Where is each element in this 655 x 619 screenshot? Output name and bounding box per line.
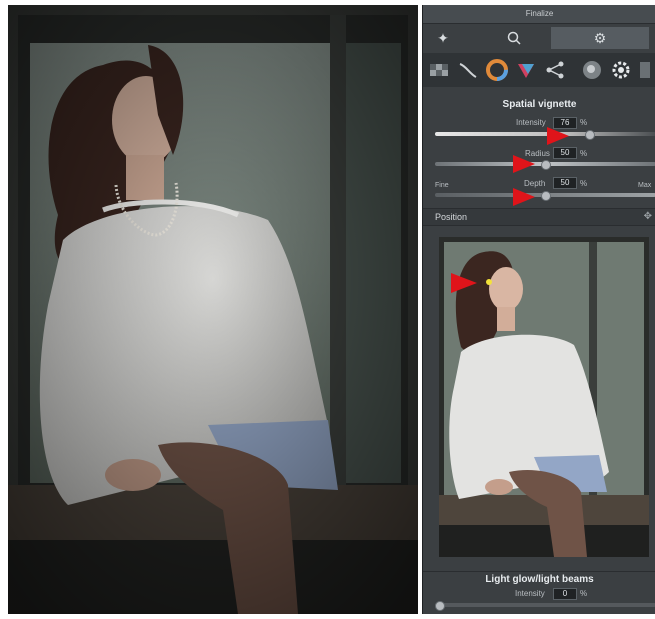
- glow-intensity-slider[interactable]: [435, 603, 655, 607]
- intensity-slider[interactable]: [435, 132, 655, 136]
- share-nodes-icon[interactable]: [543, 58, 567, 82]
- position-header: Position ✥: [423, 208, 655, 226]
- radius-value-field[interactable]: 50: [553, 147, 577, 159]
- lens-icon[interactable]: [580, 58, 604, 82]
- main-photo-canvas[interactable]: [8, 5, 418, 614]
- intensity-arrow-marker: [547, 127, 569, 145]
- cog-icon[interactable]: [609, 58, 633, 82]
- depth-percent: %: [580, 179, 588, 188]
- search-tab[interactable]: [465, 27, 563, 49]
- checker-icon[interactable]: [427, 58, 451, 82]
- glow-heading: Light glow/light beams: [423, 571, 655, 585]
- intensity-slider-thumb[interactable]: [585, 130, 595, 140]
- tool-icon-row: [423, 53, 655, 87]
- position-preview[interactable]: [439, 237, 649, 557]
- favorites-tab[interactable]: ✦: [423, 27, 463, 49]
- position-arrow-marker: [451, 273, 477, 293]
- settings-tab[interactable]: ⚙: [551, 27, 649, 49]
- panel-title: Finalize: [423, 5, 655, 24]
- depth-label: Depth: [524, 179, 546, 188]
- depth-slider-thumb[interactable]: [541, 191, 551, 201]
- color-wheel-icon[interactable]: [485, 58, 509, 82]
- glow-intensity-label: Intensity: [515, 589, 545, 598]
- max-label: Max: [638, 182, 652, 189]
- intensity-percent: %: [580, 118, 588, 127]
- intensity-label: Intensity: [516, 118, 546, 127]
- crosshair-icon[interactable]: ✥: [644, 211, 652, 222]
- glow-intensity-slider-thumb[interactable]: [435, 601, 445, 611]
- glow-intensity-percent: %: [580, 589, 588, 598]
- fine-label: Fine: [435, 182, 449, 189]
- search-icon: [507, 31, 521, 45]
- more-icon[interactable]: [637, 58, 655, 82]
- portrait-photo: [8, 5, 418, 614]
- position-label: Position: [435, 212, 468, 222]
- rgb-icon[interactable]: [514, 58, 538, 82]
- curve-icon[interactable]: [456, 58, 480, 82]
- glow-intensity-value-field[interactable]: 0: [553, 588, 577, 600]
- position-marker[interactable]: [486, 279, 492, 285]
- panel-tabs: ✦ ⚙: [423, 25, 655, 51]
- radius-percent: %: [580, 149, 588, 158]
- finalize-panel: Finalize ✦ ⚙ Spatial vignette Intensity …: [422, 5, 655, 614]
- radius-slider-thumb[interactable]: [541, 160, 551, 170]
- depth-value-field[interactable]: 50: [553, 177, 577, 189]
- star-icon: ✦: [437, 30, 449, 46]
- depth-arrow-marker: [513, 188, 535, 206]
- radius-arrow-marker: [513, 155, 535, 173]
- vignette-heading: Spatial vignette: [502, 99, 577, 110]
- gear-icon: ⚙: [593, 30, 607, 46]
